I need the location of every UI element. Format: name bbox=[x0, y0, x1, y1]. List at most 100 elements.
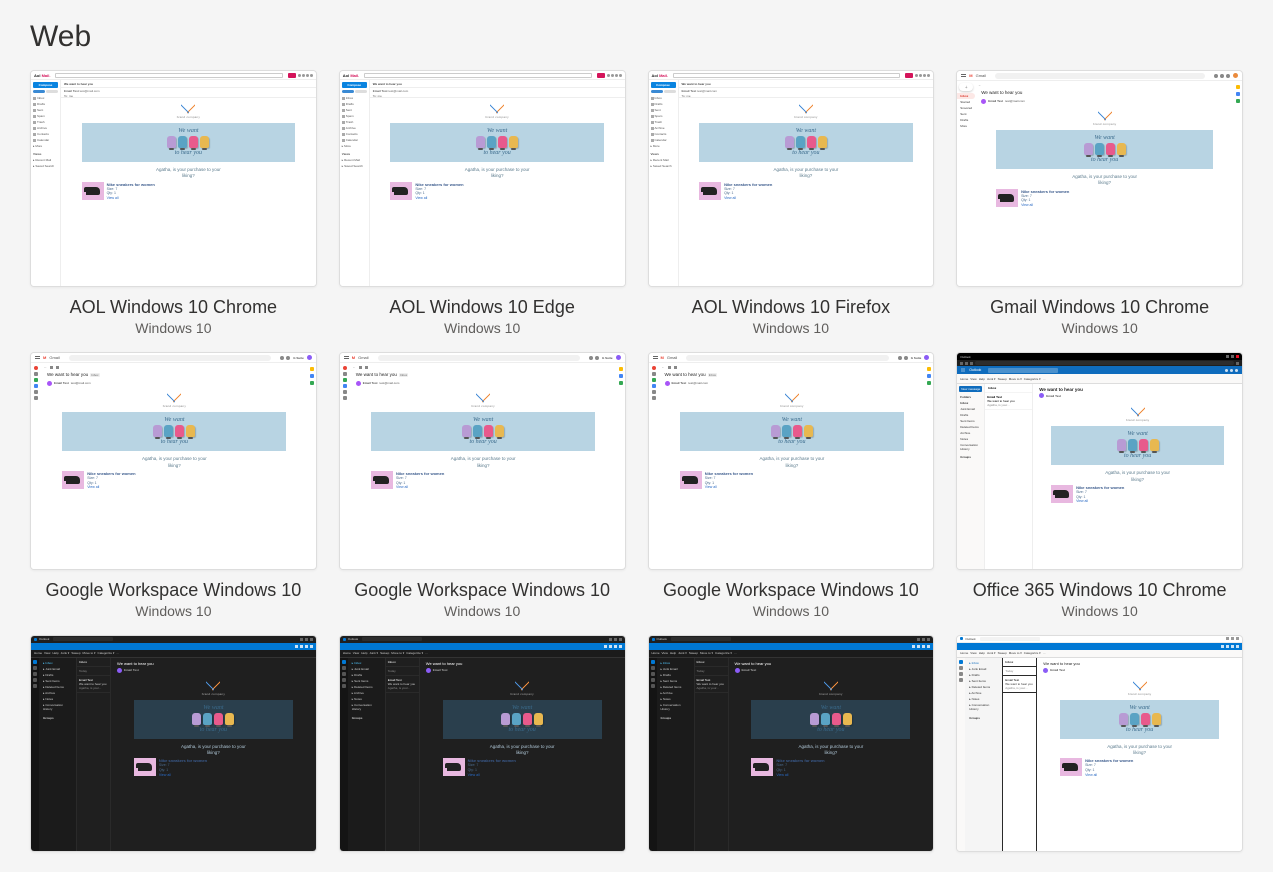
product-block: Nike sneakers for women Size: 7 Qty: 1 V… bbox=[1051, 485, 1224, 504]
avatar[interactable] bbox=[307, 355, 312, 360]
new-message-btn[interactable]: New message bbox=[959, 386, 982, 392]
gmail-search[interactable] bbox=[686, 355, 888, 361]
calendar-icon[interactable] bbox=[927, 374, 931, 378]
gmail-rail bbox=[31, 363, 41, 568]
outlook-rail[interactable] bbox=[649, 658, 657, 851]
outlook-msglist[interactable]: Inbox Today Email TestWe want to hear yo… bbox=[1003, 658, 1037, 851]
gmail-header-icons[interactable] bbox=[589, 356, 599, 360]
tagline: Agatha, is your purchase to yourliking? bbox=[1107, 744, 1172, 757]
outlook-rail[interactable] bbox=[31, 658, 39, 851]
aol-compose[interactable]: Compose bbox=[342, 82, 367, 88]
preview-thumbnail[interactable]: M Gmail G Suite ← We want to hear youInb… bbox=[648, 352, 935, 569]
gmail-header: M Gmail G Suite bbox=[340, 353, 625, 363]
outlook-header: Outlook bbox=[957, 366, 1242, 374]
preview-thumbnail[interactable]: Outlook HomeViewHelpJunk ▾SweepMove to ▾… bbox=[339, 635, 626, 852]
preview-thumbnail[interactable]: Aol Mail. Compose InboxDraftsSentSpamTra… bbox=[648, 70, 935, 287]
compose-icon[interactable] bbox=[652, 366, 656, 370]
outlook-search[interactable] bbox=[362, 637, 422, 641]
gmail-search[interactable] bbox=[995, 73, 1205, 79]
aol-search[interactable] bbox=[364, 73, 591, 78]
tasks-icon[interactable] bbox=[310, 381, 314, 385]
outlook-reading-pane: We want to hear you Email Test brand com… bbox=[420, 658, 625, 851]
calendar-icon[interactable] bbox=[310, 374, 314, 378]
gmail-toolbar[interactable]: ← bbox=[975, 81, 1234, 89]
gmail-header-icons[interactable] bbox=[898, 356, 908, 360]
outlook-folder-item[interactable]: ▸ Conversation History bbox=[41, 702, 74, 712]
aol-search[interactable] bbox=[55, 73, 282, 78]
preview-thumbnail[interactable]: M Gmail G Suite ← We want to hear youInb… bbox=[30, 352, 317, 569]
aol-header-icons[interactable] bbox=[607, 74, 622, 77]
gmail-search[interactable] bbox=[378, 355, 580, 361]
outlook-ribbon[interactable]: HomeViewHelpJunk ▾SweepMove to ▾Categori… bbox=[649, 650, 934, 658]
avatar[interactable] bbox=[616, 355, 621, 360]
outlook-ribbon[interactable]: HomeViewHelpJunk ▾SweepMove to ▾Categori… bbox=[957, 374, 1242, 384]
product-image bbox=[134, 758, 156, 776]
preview-thumbnail[interactable]: Aol Mail. Compose InboxDraftsSentSpamTra… bbox=[339, 70, 626, 287]
preview-thumbnail[interactable]: Aol Mail. Compose InboxDraftsSentSpamTra… bbox=[30, 70, 317, 287]
aol-compose[interactable]: Compose bbox=[33, 82, 58, 88]
keep-icon[interactable] bbox=[927, 367, 931, 371]
hero-banner: We want to hear you bbox=[680, 412, 904, 451]
menu-icon[interactable] bbox=[344, 356, 349, 360]
outlook-ribbon[interactable]: HomeViewHelpJunk ▾SweepMove to ▾Categori… bbox=[957, 650, 1242, 658]
compose-icon[interactable] bbox=[34, 366, 38, 370]
gmail-header-icons[interactable] bbox=[1214, 74, 1230, 78]
aol-search-btn[interactable] bbox=[905, 73, 913, 78]
gmail-toolbar[interactable]: ← bbox=[659, 363, 926, 371]
preview-thumbnail[interactable]: M Gmail ＋ InboxStarredSnoozedSentDraftsM… bbox=[956, 70, 1243, 287]
hero-banner: We want to hear you bbox=[62, 412, 286, 451]
outlook-msglist[interactable]: Inbox Today Email TestWe want to hear yo… bbox=[695, 658, 729, 851]
menu-icon[interactable] bbox=[961, 74, 966, 78]
preview-card: Outlook HomeViewHelpJunk ▾SweepMove to ▾… bbox=[30, 635, 317, 852]
outlook-search[interactable] bbox=[53, 637, 113, 641]
outlook-folder-item[interactable]: ▸ Conversation History bbox=[659, 702, 692, 712]
aol-search[interactable] bbox=[673, 73, 900, 78]
preview-thumbnail[interactable]: M Gmail G Suite ← We want to hear youInb… bbox=[339, 352, 626, 569]
outlook-rail[interactable] bbox=[340, 658, 348, 851]
tasks-icon[interactable] bbox=[619, 381, 623, 385]
menu-icon[interactable] bbox=[35, 356, 40, 360]
menu-icon[interactable] bbox=[653, 356, 658, 360]
gmail-email-body: brand company We want to hear you Agatha… bbox=[41, 387, 308, 568]
aol-sidebar: Compose InboxDraftsSentSpamTrashArchiveC… bbox=[340, 80, 370, 286]
aol-search-btn[interactable] bbox=[597, 73, 605, 78]
aol-search-btn[interactable] bbox=[288, 73, 296, 78]
preview-thumbnail[interactable]: Outlook HomeViewHelpJunk ▾SweepMove to ▾… bbox=[956, 635, 1243, 852]
preview-thumbnail[interactable]: Outlook Outlook HomeViewHelpJunk ▾SweepM… bbox=[956, 352, 1243, 569]
outlook-folder-item[interactable]: Conversation History bbox=[959, 442, 982, 452]
waffle-icon[interactable] bbox=[961, 368, 966, 373]
keep-icon[interactable] bbox=[310, 367, 314, 371]
gmail-toolbar[interactable]: ← bbox=[350, 363, 617, 371]
avatar[interactable] bbox=[1233, 73, 1238, 78]
product-image bbox=[680, 471, 702, 489]
outlook-search[interactable] bbox=[988, 368, 1058, 373]
gmail-header-icons[interactable] bbox=[280, 356, 290, 360]
gmail-folder-item[interactable]: More bbox=[957, 123, 975, 129]
gmail-toolbar[interactable]: ← bbox=[41, 363, 308, 371]
outlook-rail[interactable] bbox=[957, 658, 965, 851]
keep-icon[interactable] bbox=[619, 367, 623, 371]
outlook-folder-item[interactable]: ▸ Conversation History bbox=[967, 702, 1000, 712]
outlook-search[interactable] bbox=[671, 637, 731, 641]
outlook-ribbon[interactable]: HomeViewHelpJunk ▾SweepMove to ▾Categori… bbox=[31, 650, 316, 658]
outlook-msglist[interactable]: Inbox Today Email TestWe want to hear yo… bbox=[77, 658, 111, 851]
outlook-folder-item[interactable]: ▸ Conversation History bbox=[350, 702, 383, 712]
hero-bulbs bbox=[771, 425, 813, 437]
compose-button[interactable]: ＋ bbox=[959, 83, 973, 91]
aol-header-icons[interactable] bbox=[298, 74, 313, 77]
tasks-icon[interactable] bbox=[927, 381, 931, 385]
card-title: Office 365 Windows 10 Chrome bbox=[973, 580, 1227, 601]
compose-icon[interactable] bbox=[343, 366, 347, 370]
preview-thumbnail[interactable]: Outlook HomeViewHelpJunk ▾SweepMove to ▾… bbox=[30, 635, 317, 852]
preview-thumbnail[interactable]: Outlook HomeViewHelpJunk ▾SweepMove to ▾… bbox=[648, 635, 935, 852]
calendar-icon[interactable] bbox=[619, 374, 623, 378]
gmail-search[interactable] bbox=[69, 355, 271, 361]
outlook-ribbon[interactable]: HomeViewHelpJunk ▾SweepMove to ▾Categori… bbox=[340, 650, 625, 658]
outlook-msglist[interactable]: Inbox Today Email TestWe want to hear yo… bbox=[386, 658, 420, 851]
aol-compose[interactable]: Compose bbox=[651, 82, 676, 88]
aol-header-icons[interactable] bbox=[915, 74, 930, 77]
avatar[interactable] bbox=[924, 355, 929, 360]
outlook-search[interactable] bbox=[980, 637, 1040, 641]
app-titlebar: Outlook bbox=[957, 636, 1242, 643]
outlook-msglist[interactable]: Inbox Email TestWe want to hear youAgath… bbox=[985, 384, 1033, 568]
